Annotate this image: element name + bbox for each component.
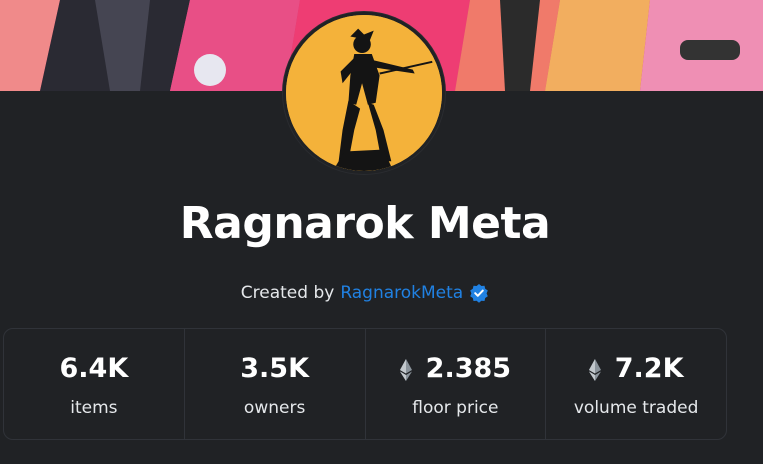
stat-volume-traded[interactable]: 7.2K volume traded bbox=[546, 329, 726, 439]
collection-stats: 6.4K items 3.5K owners 2.385 floor price bbox=[3, 328, 727, 440]
ethereum-icon bbox=[588, 357, 601, 381]
creator-link[interactable]: RagnarokMeta bbox=[340, 283, 463, 303]
created-by-label: Created by bbox=[240, 283, 335, 303]
collection-avatar bbox=[283, 12, 445, 174]
collection-title: Ragnarok Meta bbox=[179, 198, 551, 249]
ethereum-icon bbox=[399, 357, 412, 381]
stat-items[interactable]: 6.4K items bbox=[4, 329, 185, 439]
stat-owners[interactable]: 3.5K owners bbox=[185, 329, 366, 439]
stat-floor-price-value: 2.385 bbox=[425, 352, 512, 384]
stat-items-value: 6.4K bbox=[59, 352, 129, 384]
stat-volume-traded-label: volume traded bbox=[573, 398, 699, 418]
stat-value: 3.5K bbox=[240, 350, 309, 386]
stat-floor-price-label: floor price bbox=[412, 398, 499, 418]
stat-value: 6.4K bbox=[59, 350, 128, 386]
creator-line: Created by RagnarokMeta bbox=[0, 283, 730, 303]
warrior-silhouette-icon bbox=[286, 15, 442, 171]
stat-owners-label: owners bbox=[243, 398, 306, 418]
verified-badge-icon bbox=[469, 283, 489, 303]
stat-items-label: items bbox=[70, 398, 118, 418]
stat-owners-value: 3.5K bbox=[240, 352, 309, 384]
stat-value: 2.385 bbox=[399, 350, 512, 386]
stat-floor-price[interactable]: 2.385 floor price bbox=[366, 329, 547, 439]
stat-value: 7.2K bbox=[588, 350, 684, 386]
stat-volume-traded-value: 7.2K bbox=[614, 352, 684, 384]
